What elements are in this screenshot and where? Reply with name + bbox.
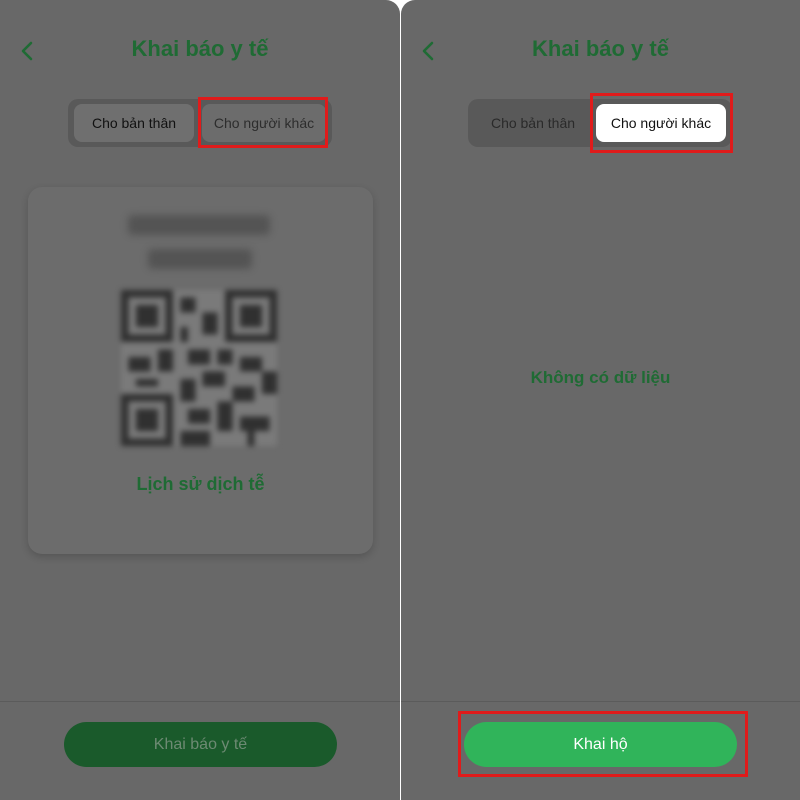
right-screen: Khai báo y tế Cho bản thân Cho người khá…	[401, 0, 800, 800]
tab-self[interactable]: Cho bản thân	[476, 104, 590, 142]
tab-self[interactable]: Cho bản thân	[74, 104, 194, 142]
declare-button[interactable]: Khai báo y tế	[64, 722, 337, 767]
qr-code-icon	[121, 290, 277, 446]
blurred-name	[128, 215, 270, 235]
tab-switcher: Cho bản thân Cho người khác	[468, 99, 732, 147]
blurred-birth-year	[148, 249, 252, 269]
bottom-divider	[0, 701, 400, 702]
qr-card: Lịch sử dịch tễ	[28, 187, 373, 554]
history-link[interactable]: Lịch sử dịch tễ	[28, 474, 373, 495]
bottom-divider	[401, 701, 800, 702]
tab-other[interactable]: Cho người khác	[596, 104, 726, 142]
tab-other[interactable]: Cho người khác	[202, 104, 326, 142]
tab-switcher: Cho bản thân Cho người khác	[68, 99, 332, 147]
empty-state-text: Không có dữ liệu	[530, 368, 671, 387]
left-screen: Khai báo y tế Cho bản thân Cho người khá…	[0, 0, 400, 800]
declare-on-behalf-button[interactable]: Khai hộ	[464, 722, 737, 767]
page-title: Khai báo y tế	[131, 36, 269, 61]
page-title: Khai báo y tế	[532, 36, 669, 61]
